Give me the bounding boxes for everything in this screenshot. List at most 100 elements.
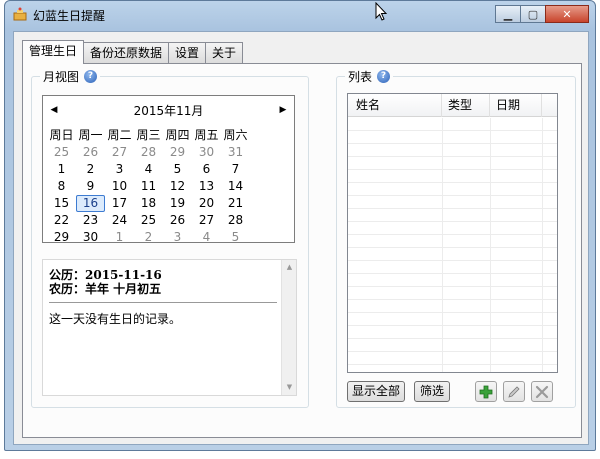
list-rows <box>348 118 557 372</box>
minimize-icon: ▁ <box>503 7 513 21</box>
calendar-date[interactable]: 18 <box>134 195 163 212</box>
calendar-date[interactable]: 7 <box>221 161 250 178</box>
calendar-date[interactable]: 9 <box>76 178 105 195</box>
calendar-date[interactable]: 30 <box>192 144 221 161</box>
weekday-label: 周一 <box>78 128 103 142</box>
info-scrollbar[interactable]: ▲ ▼ <box>281 260 296 395</box>
show-all-button[interactable]: 显示全部 <box>347 381 405 402</box>
calendar-date[interactable]: 2 <box>134 229 163 246</box>
calendar-date[interactable]: 26 <box>76 144 105 161</box>
tab-panel: 月视图 ? ◀ 2015年11月 ▶ 周日 周一 周二 周三 周四 周五 周六 … <box>22 63 582 438</box>
tab-manage-birthdays[interactable]: 管理生日 <box>22 40 85 64</box>
solar-date: 公历：2015-11-16 <box>49 268 162 282</box>
calendar-date[interactable]: 20 <box>192 195 221 212</box>
app-window: 幻蓝生日提醒 ▁ ▢ ✕ 管理生日 备份还原数据 设置 关于 月视图 ? ◀ 2… <box>4 0 596 451</box>
client-area: 管理生日 备份还原数据 设置 关于 月视图 ? ◀ 2015年11月 ▶ 周日 … <box>13 31 589 445</box>
calendar-date[interactable]: 21 <box>221 195 250 212</box>
calendar-date[interactable]: 11 <box>134 178 163 195</box>
calendar-date[interactable]: 28 <box>134 144 163 161</box>
calendar-date[interactable]: 27 <box>192 212 221 229</box>
calendar-date[interactable]: 12 <box>163 178 192 195</box>
calendar-date[interactable]: 29 <box>163 144 192 161</box>
help-icon[interactable]: ? <box>84 70 98 83</box>
mouse-cursor-icon <box>375 2 388 21</box>
calendar-date[interactable]: 5 <box>163 161 192 178</box>
weekday-label: 周日 <box>49 128 74 142</box>
scroll-down-arrow-icon[interactable]: ▼ <box>282 380 297 395</box>
calendar-date[interactable]: 13 <box>192 178 221 195</box>
calendar-date[interactable]: 26 <box>163 212 192 229</box>
calendar-date[interactable]: 6 <box>192 161 221 178</box>
calendar-date[interactable]: 22 <box>47 212 76 229</box>
edit-button[interactable] <box>503 381 525 402</box>
weekday-label: 周二 <box>107 128 132 142</box>
add-button[interactable] <box>475 381 497 402</box>
calendar-date[interactable]: 31 <box>221 144 250 161</box>
calendar-date[interactable]: 30 <box>76 229 105 246</box>
scroll-up-arrow-icon[interactable]: ▲ <box>282 260 297 275</box>
list-group: 列表 ? 姓名 类型 日期 显示全部 筛选 <box>336 68 576 408</box>
column-header-name[interactable]: 姓名 <box>348 94 442 117</box>
calendar-date[interactable]: 3 <box>105 161 134 178</box>
divider <box>49 302 277 303</box>
calendar-date[interactable]: 15 <box>47 195 76 212</box>
minimize-button[interactable]: ▁ <box>495 5 521 23</box>
tab-settings[interactable]: 设置 <box>168 42 207 63</box>
day-info-panel: 公历：2015-11-16 农历：羊年 十月初五 这一天没有生日的记录。 ▲ ▼ <box>42 259 297 396</box>
calendar-date[interactable]: 25 <box>134 212 163 229</box>
close-button[interactable]: ✕ <box>545 5 589 23</box>
birthday-list[interactable]: 姓名 类型 日期 <box>347 93 558 373</box>
calendar-date[interactable]: 5 <box>221 229 250 246</box>
calendar-date[interactable]: 3 <box>163 229 192 246</box>
maximize-button[interactable]: ▢ <box>520 5 546 23</box>
close-icon: ✕ <box>562 7 572 21</box>
filter-button[interactable]: 筛选 <box>414 381 450 402</box>
delete-x-icon <box>535 385 549 398</box>
calendar-date[interactable]: 1 <box>47 161 76 178</box>
column-header-type[interactable]: 类型 <box>442 94 490 117</box>
calendar-date[interactable]: 16 <box>76 195 105 212</box>
window-title: 幻蓝生日提醒 <box>33 9 106 23</box>
tab-backup-restore[interactable]: 备份还原数据 <box>83 42 170 63</box>
tab-about[interactable]: 关于 <box>205 42 244 63</box>
weekday-label: 周六 <box>223 128 248 142</box>
calendar-date[interactable]: 10 <box>105 178 134 195</box>
month-calendar[interactable]: ◀ 2015年11月 ▶ 周日 周一 周二 周三 周四 周五 周六 25 26 27… <box>42 95 295 246</box>
weekday-header: 周日 周一 周二 周三 周四 周五 周六 <box>47 126 250 143</box>
calendar-date[interactable]: 2 <box>76 161 105 178</box>
calendar-date[interactable]: 24 <box>105 212 134 229</box>
help-icon[interactable]: ? <box>377 70 391 83</box>
list-header: 姓名 类型 日期 <box>348 94 557 117</box>
app-icon <box>13 7 27 21</box>
calendar-dates: 25 26 27 28 29 30 31 1 2 3 4 5 6 7 8 9 10 11 12 13 14 15 16 17 1… <box>47 144 250 246</box>
calendar-month-label[interactable]: 2015年11月 <box>134 104 204 118</box>
delete-button[interactable] <box>531 381 553 402</box>
list-title: 列表 <box>348 70 373 84</box>
calendar-date[interactable]: 25 <box>47 144 76 161</box>
title-bar[interactable]: 幻蓝生日提醒 ▁ ▢ ✕ <box>5 1 595 29</box>
calendar-date[interactable]: 17 <box>105 195 134 212</box>
calendar-date[interactable]: 4 <box>192 229 221 246</box>
month-view-title: 月视图 <box>43 70 80 84</box>
calendar-date[interactable]: 29 <box>47 229 76 246</box>
tab-strip: 管理生日 备份还原数据 设置 关于 <box>22 40 244 64</box>
month-view-group: 月视图 ? ◀ 2015年11月 ▶ 周日 周一 周二 周三 周四 周五 周六 … <box>31 68 309 408</box>
calendar-date[interactable]: 28 <box>221 212 250 229</box>
plus-icon <box>479 385 493 398</box>
pencil-icon <box>508 385 520 398</box>
weekday-label: 周四 <box>165 128 190 142</box>
calendar-date[interactable]: 23 <box>76 212 105 229</box>
calendar-date[interactable]: 19 <box>163 195 192 212</box>
birthday-note: 这一天没有生日的记录。 <box>49 312 182 326</box>
lunar-date: 农历：羊年 十月初五 <box>49 282 162 296</box>
weekday-label: 周三 <box>136 128 161 142</box>
calendar-date[interactable]: 1 <box>105 229 134 246</box>
maximize-icon: ▢ <box>527 7 539 21</box>
column-header-date[interactable]: 日期 <box>490 94 542 117</box>
prev-month-arrow-icon[interactable]: ◀ <box>47 102 61 118</box>
calendar-date[interactable]: 27 <box>105 144 134 161</box>
calendar-date[interactable]: 4 <box>134 161 163 178</box>
calendar-date[interactable]: 14 <box>221 178 250 195</box>
next-month-arrow-icon[interactable]: ▶ <box>276 102 290 118</box>
calendar-date[interactable]: 8 <box>47 178 76 195</box>
